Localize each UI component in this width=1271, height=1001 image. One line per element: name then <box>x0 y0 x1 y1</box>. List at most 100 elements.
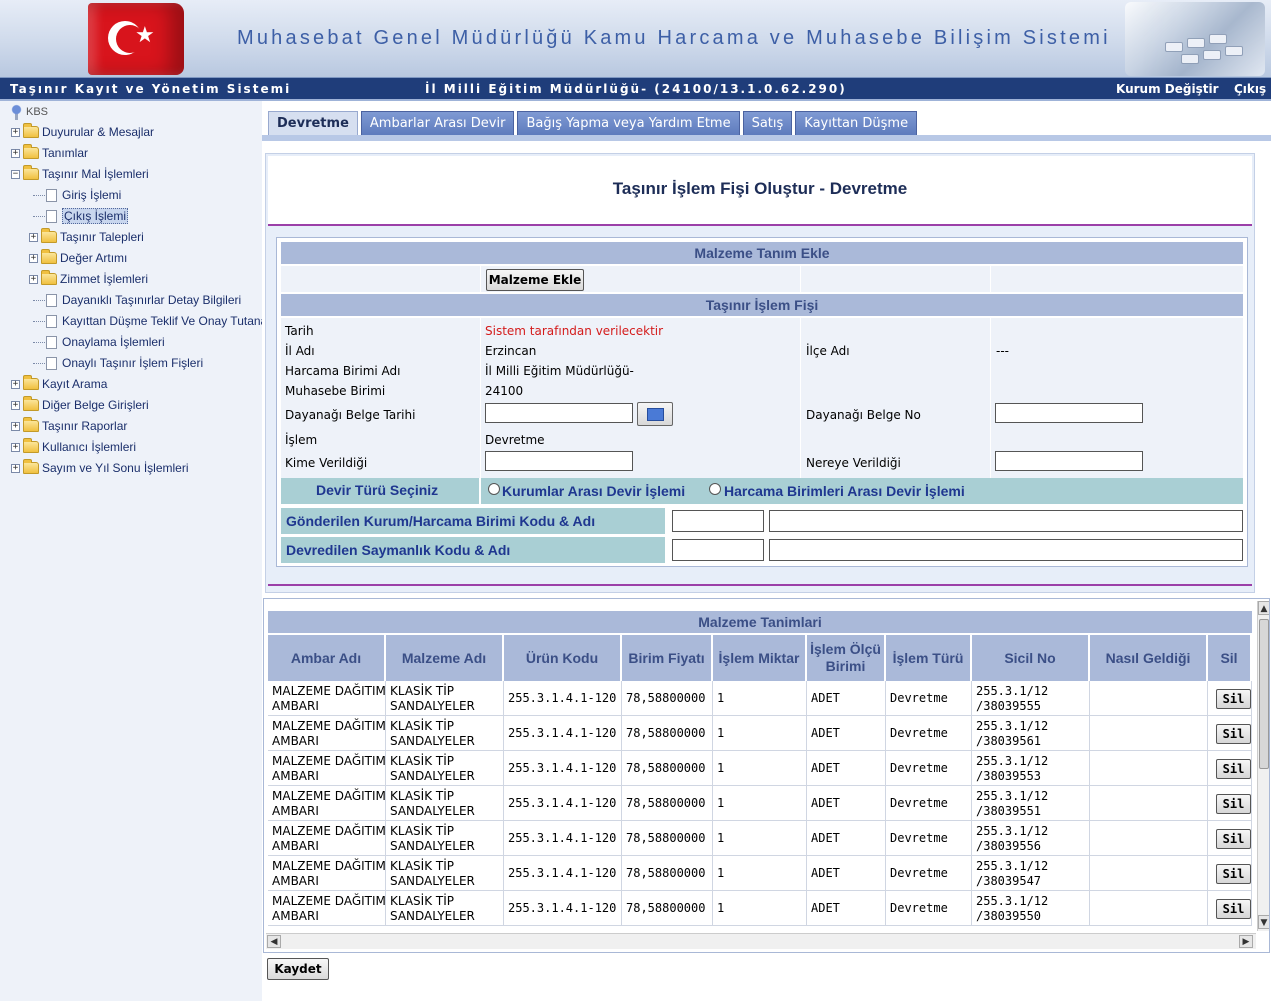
calendar-button[interactable] <box>637 402 673 426</box>
delete-row-button[interactable]: Sil <box>1216 898 1251 919</box>
document-icon <box>46 293 57 307</box>
tree-item-search[interactable]: + Kayıt Arama <box>11 375 107 393</box>
radio-inter-institution[interactable] <box>488 483 500 495</box>
slip-form: Malzeme Tanım Ekle Malzeme Ekle Taşınır … <box>276 237 1248 567</box>
expand-icon[interactable]: + <box>29 232 38 242</box>
col-islem-miktar-cell: 1 <box>713 681 807 716</box>
col-islem-miktar-cell: 1 <box>713 716 807 751</box>
tree-item-value-increase[interactable]: + Değer Artımı <box>29 249 127 267</box>
tree-item-assignment[interactable]: + Zimmet İşlemleri <box>29 270 148 288</box>
horizontal-scrollbar[interactable]: ◀ ▶ <box>266 933 1256 949</box>
material-grid-panel: Malzeme Tanimlari Ambar Adı Malzeme Adı Ür… <box>263 598 1270 953</box>
expand-icon[interactable]: + <box>11 400 20 410</box>
transfer-option-inter-unit[interactable]: Harcama Birimleri Arası Devir İşlemi <box>724 483 965 499</box>
transfer-option-inter-institution[interactable]: Kurumlar Arası Devir İşlemi <box>502 483 685 499</box>
sent-unit-label: Gönderilen Kurum/Harcama Birimi Kodu & A… <box>286 513 596 529</box>
save-button[interactable]: Kaydet <box>267 958 329 980</box>
tree-item-durable-details[interactable]: Dayanıklı Taşınırlar Detay Bilgileri <box>33 291 241 309</box>
delete-row-button[interactable]: Sil <box>1216 863 1251 884</box>
transferred-accounting-name-input[interactable] <box>769 539 1243 561</box>
col-malzeme-adi-header: Malzeme Adı <box>386 635 504 681</box>
expand-icon[interactable]: + <box>11 421 20 431</box>
col-islem-miktar-cell: 1 <box>713 821 807 856</box>
col-islem-miktar-cell: 1 <box>713 786 807 821</box>
col-olcu-birimi-cell: ADET <box>807 891 886 926</box>
tab-kayittan-dusme[interactable]: Kayıttan Düşme <box>795 111 918 135</box>
expand-icon[interactable]: + <box>29 274 38 284</box>
tab-ambarlar-arasi-devir[interactable]: Ambarlar Arası Devir <box>360 111 515 135</box>
expand-icon[interactable]: + <box>29 253 38 263</box>
tab-devretme[interactable]: Devretme <box>268 111 358 135</box>
tree-item-users[interactable]: + Kullanıcı İşlemleri <box>11 438 136 456</box>
given-to-input[interactable] <box>485 451 633 471</box>
tab-satis[interactable]: Satış <box>742 111 793 135</box>
col-birim-fiyati-cell: 78,58800000 <box>622 856 713 891</box>
tree-item-entry[interactable]: Giriş İşlemi <box>33 186 121 204</box>
delete-row-button[interactable]: Sil <box>1216 758 1251 779</box>
folder-icon <box>41 249 57 264</box>
where-given-input[interactable] <box>995 451 1143 471</box>
col-islem-turu-header: İşlem Türü <box>886 635 972 681</box>
col-sicil-no-cell: 255.3.1/12 /38039561 <box>972 716 1090 751</box>
tab-bagis[interactable]: Bağış Yapma veya Yardım Etme <box>517 111 740 135</box>
transferred-accounting-label: Devredilen Saymanlık Kodu & Adı <box>286 542 511 558</box>
tree-item-definitions[interactable]: + Tanımlar <box>11 144 88 162</box>
page-title: Taşınır İşlem Fişi Oluştur - Devretme <box>612 179 908 198</box>
col-sil-cell: Sil <box>1208 716 1252 751</box>
document-icon <box>46 188 57 202</box>
province-label: İl Adı <box>285 344 315 358</box>
section-header-slip: Taşınır İşlem Fişi <box>281 294 1243 316</box>
scroll-up-icon[interactable]: ▲ <box>1258 601 1269 615</box>
sent-unit-code-input[interactable] <box>672 510 764 532</box>
user-icon <box>11 103 22 120</box>
tree-item-reports[interactable]: + Taşınır Raporlar <box>11 417 127 435</box>
transferred-accounting-code-input[interactable] <box>672 539 764 561</box>
col-islem-turu-cell: Devretme <box>886 716 972 751</box>
expand-icon[interactable]: + <box>11 463 20 473</box>
delete-row-button[interactable]: Sil <box>1216 793 1251 814</box>
tree-item-movable-operations[interactable]: − Taşınır Mal İşlemleri <box>11 165 149 183</box>
expand-icon[interactable]: + <box>11 148 20 158</box>
tree-item-approved-slips[interactable]: Onaylı Taşınır İşlem Fişleri <box>33 354 203 372</box>
tree-item-other-docs[interactable]: + Diğer Belge Girişleri <box>11 396 149 414</box>
col-birim-fiyati-cell: 78,58800000 <box>622 751 713 786</box>
scroll-thumb[interactable] <box>1259 619 1269 769</box>
scroll-left-icon[interactable]: ◀ <box>267 935 281 948</box>
tree-item-requests[interactable]: + Taşınır Talepleri <box>29 228 144 246</box>
col-islem-turu-cell: Devretme <box>886 821 972 856</box>
delete-row-button[interactable]: Sil <box>1216 828 1251 849</box>
table-row: MALZEME DAĞITIM AMBARI KLASİK TİP SANDALY… <box>268 681 1252 716</box>
col-malzeme-adi-cell: KLASİK TİP SANDALYELER <box>386 716 504 751</box>
col-malzeme-adi-cell: KLASİK TİP SANDALYELER <box>386 891 504 926</box>
tree-item-write-off[interactable]: Kayıttan Düşme Teklif Ve Onay Tutanağı <box>33 312 277 330</box>
tree-item-approval[interactable]: Onaylama İşlemleri <box>33 333 165 351</box>
table-row: MALZEME DAĞITIM AMBARI KLASİK TİP SANDALY… <box>268 821 1252 856</box>
folder-icon <box>23 123 39 138</box>
tree-item-exit-operation[interactable]: Çıkış İşlemi <box>33 207 129 225</box>
doc-date-input[interactable] <box>485 403 633 423</box>
doc-no-input[interactable] <box>995 403 1143 423</box>
delete-row-button[interactable]: Sil <box>1216 723 1251 744</box>
tree-item-year-end[interactable]: + Sayım ve Yıl Sonu İşlemleri <box>11 459 189 477</box>
expand-icon[interactable]: + <box>11 127 20 137</box>
vertical-scrollbar[interactable]: ▲ ▼ <box>1257 601 1269 931</box>
col-sil-cell: Sil <box>1208 856 1252 891</box>
add-material-button[interactable]: Malzeme Ekle <box>486 269 584 291</box>
col-birim-fiyati-header: Birim Fiyatı <box>622 635 713 681</box>
delete-row-button[interactable]: Sil <box>1216 688 1251 709</box>
folder-icon <box>23 375 39 390</box>
change-organization-link[interactable]: Kurum Değiştir <box>1116 82 1219 96</box>
col-islem-turu-cell: Devretme <box>886 786 972 821</box>
expand-icon[interactable]: + <box>11 379 20 389</box>
tree-root-kbs[interactable]: KBS <box>11 103 48 120</box>
collapse-icon[interactable]: − <box>11 169 20 179</box>
exit-link[interactable]: Çıkış <box>1234 82 1266 96</box>
sent-unit-name-input[interactable] <box>769 510 1243 532</box>
grid-title: Malzeme Tanimlari <box>268 611 1252 633</box>
tree-item-announcements[interactable]: + Duyurular & Mesajlar <box>11 123 154 141</box>
scroll-down-icon[interactable]: ▼ <box>1258 915 1269 929</box>
radio-inter-unit[interactable] <box>709 483 721 495</box>
expand-icon[interactable]: + <box>11 442 20 452</box>
folder-icon <box>23 396 39 411</box>
scroll-right-icon[interactable]: ▶ <box>1239 935 1253 948</box>
